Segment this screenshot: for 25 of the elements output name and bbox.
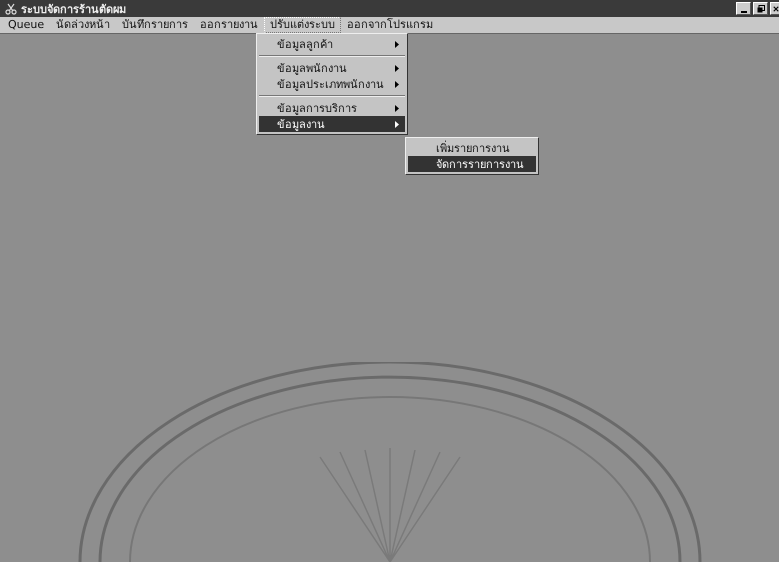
- submenu-arrow-icon: [395, 64, 399, 72]
- menu-option[interactable]: ข้อมูลการบริการ: [259, 100, 405, 116]
- window-title: ระบบจัดการร้านตัดผม: [21, 2, 126, 18]
- submenu-arrow-icon: [395, 120, 399, 128]
- scissors-icon: [5, 2, 17, 14]
- menu-item[interactable]: นัดล่วงหน้า: [50, 17, 116, 33]
- menu-option[interactable]: จัดการรายการงาน: [408, 156, 536, 172]
- minimize-icon: [740, 10, 746, 12]
- menu-option[interactable]: ข้อมูลพนักงาน: [259, 60, 405, 76]
- menu-option[interactable]: เพิ่มรายการงาน: [408, 140, 536, 156]
- menu-item[interactable]: บันทึกรายการ: [116, 17, 194, 33]
- maximize-button[interactable]: [753, 2, 768, 15]
- submenu-arrow-icon: [395, 40, 399, 48]
- menu-item[interactable]: ออกจากโปรแกรม: [341, 17, 440, 33]
- restore-icon: [756, 4, 764, 12]
- close-icon: [773, 4, 779, 12]
- minimize-button[interactable]: [736, 2, 751, 15]
- menu-option[interactable]: ข้อมูลลูกค้า: [259, 36, 405, 52]
- menu-option[interactable]: ข้อมูลประเภทพนักงาน: [259, 76, 405, 92]
- menu-option[interactable]: ข้อมูลงาน: [259, 116, 405, 132]
- submenu-arrow-icon: [395, 104, 399, 112]
- close-button[interactable]: [770, 2, 779, 15]
- submenu-arrow-icon: [395, 80, 399, 88]
- menu-item[interactable]: ออกรายงาน: [194, 17, 264, 33]
- menu-item[interactable]: Queue: [2, 17, 50, 33]
